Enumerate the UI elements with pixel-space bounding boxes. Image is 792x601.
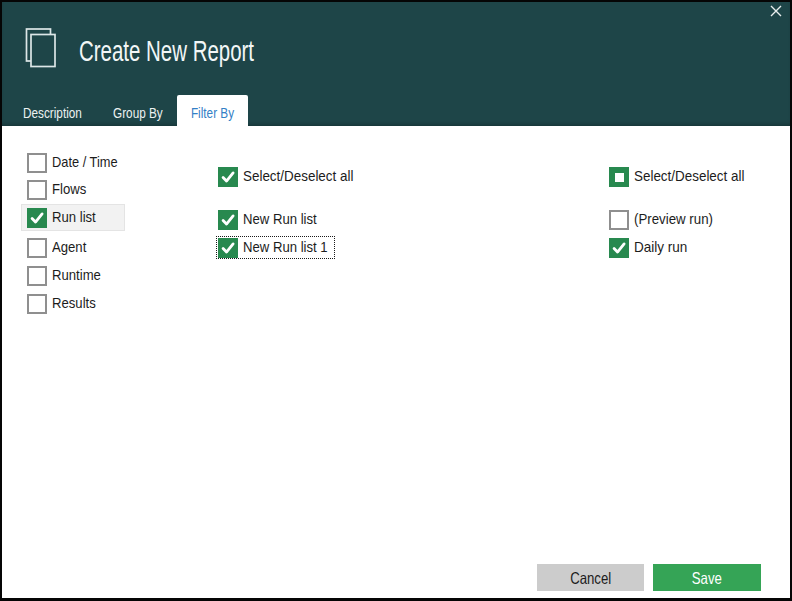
tab-description[interactable]: Description xyxy=(9,95,112,127)
save-button-label: Save xyxy=(692,569,722,588)
checkmark-icon xyxy=(218,167,238,187)
category-label: Flows xyxy=(52,180,86,197)
item-label: New Run list 1 xyxy=(243,238,328,255)
category-label: Agent xyxy=(52,238,86,255)
category-label: Run list xyxy=(52,208,96,225)
cancel-button[interactable]: Cancel xyxy=(537,564,644,591)
dialog-header: Create New Report Description Group By F… xyxy=(2,2,790,126)
checkbox-new-run-list-1[interactable] xyxy=(218,238,238,258)
indeterminate-mark xyxy=(615,173,624,182)
item-label: New Run list xyxy=(243,210,317,227)
checkbox-flows[interactable] xyxy=(27,180,47,200)
dialog-title: Create New Report xyxy=(79,36,254,66)
row-new-run-list-1[interactable]: New Run list 1 xyxy=(218,238,340,258)
checkbox-run-list-select-all[interactable] xyxy=(218,167,238,187)
checkbox-run-type-select-all[interactable] xyxy=(609,167,629,187)
filter-by-panel xyxy=(2,126,790,598)
row-preview-run[interactable]: (Preview run) xyxy=(609,210,723,230)
checkmark-icon xyxy=(218,210,238,230)
checkmark-icon xyxy=(27,208,47,228)
tab-group-by-label: Group By xyxy=(113,104,163,121)
item-label: (Preview run) xyxy=(634,210,713,227)
category-row-agent[interactable]: Agent xyxy=(27,238,91,258)
item-label: Daily run xyxy=(634,238,687,255)
checkbox-runtime[interactable] xyxy=(27,266,47,286)
select-all-label: Select/Deselect all xyxy=(243,167,353,184)
row-new-run-list[interactable]: New Run list xyxy=(218,210,327,230)
select-all-label: Select/Deselect all xyxy=(634,167,744,184)
checkmark-icon xyxy=(218,238,238,258)
checkbox-date-time[interactable] xyxy=(27,153,47,173)
checkbox-results[interactable] xyxy=(27,294,47,314)
report-pages-icon xyxy=(24,26,57,68)
cancel-button-label: Cancel xyxy=(570,569,611,588)
category-label: Date / Time xyxy=(52,153,118,170)
checkbox-agent[interactable] xyxy=(27,238,47,258)
close-button[interactable] xyxy=(766,1,786,21)
checkbox-run-list[interactable] xyxy=(27,208,47,228)
category-label: Runtime xyxy=(52,266,101,283)
category-row-runtime[interactable]: Runtime xyxy=(27,266,108,286)
tab-filter-by[interactable]: Filter By xyxy=(177,95,248,127)
run-list-select-all-row[interactable]: Select/Deselect all xyxy=(218,167,366,187)
checkbox-daily-run[interactable] xyxy=(609,238,629,258)
checkbox-preview-run[interactable] xyxy=(609,210,629,230)
category-row-date-time[interactable]: Date / Time xyxy=(27,153,129,173)
category-label: Results xyxy=(52,294,96,311)
create-new-report-dialog: Create New Report Description Group By F… xyxy=(0,0,792,601)
tab-filter-by-label: Filter By xyxy=(190,104,233,121)
save-button[interactable]: Save xyxy=(653,564,761,591)
close-icon xyxy=(770,5,782,17)
checkmark-icon xyxy=(609,238,629,258)
category-row-results[interactable]: Results xyxy=(27,294,102,314)
checkbox-new-run-list[interactable] xyxy=(218,210,238,230)
row-daily-run[interactable]: Daily run xyxy=(609,238,693,258)
category-row-run-list[interactable]: Run list xyxy=(27,208,102,228)
run-type-select-all-row[interactable]: Select/Deselect all xyxy=(609,167,757,187)
category-row-flows[interactable]: Flows xyxy=(27,180,91,200)
tab-description-label: Description xyxy=(23,104,82,121)
